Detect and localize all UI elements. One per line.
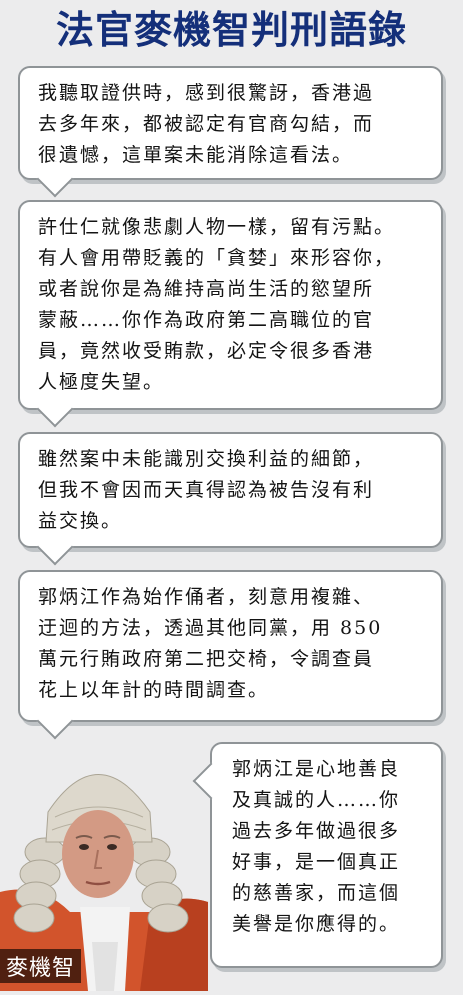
page-title: 法官麥機智判刑語錄 bbox=[55, 8, 407, 52]
quote-bubble-5: 郭炳江是心地善良 及真誠的人……你 過去多年做過很多 好事，是一個真正 的慈善家… bbox=[192, 742, 443, 968]
quote-bubble-1: 我聽取證供時，感到很驚訝，香港過 去多年來，都被認定有官商勾結，而 很遺憾，這單… bbox=[18, 66, 443, 198]
quote-text-4: 郭炳江作為始作俑者，刻意用複雜、 迂迴的方法，透過其他同黨，用 850 萬元行賄… bbox=[38, 586, 383, 701]
quote-text-2: 許仕仁就像悲劇人物一樣，留有污點。 有人會用帶貶義的「貪婪」來形容你， 或者說你… bbox=[38, 216, 396, 393]
portrait-caption: 麥機智 bbox=[0, 949, 82, 983]
quote-text-3: 雖然案中未能識別交換利益的細節， 但我不會因而天真得認為被告沒有利 益交換。 bbox=[38, 448, 375, 532]
quote-bubble-2: 許仕仁就像悲劇人物一樣，留有污點。 有人會用帶貶義的「貪婪」來形容你， 或者說你… bbox=[18, 200, 443, 428]
quote-text-5: 郭炳江是心地善良 及真誠的人……你 過去多年做過很多 好事，是一個真正 的慈善家… bbox=[232, 758, 401, 935]
quote-text-1: 我聽取證供時，感到很驚訝，香港過 去多年來，都被認定有官商勾結，而 很遺憾，這單… bbox=[38, 82, 375, 166]
quote-bubble-3: 雖然案中未能識別交換利益的細節， 但我不會因而天真得認為被告沒有利 益交換。 bbox=[18, 432, 443, 566]
quote-bubble-4: 郭炳江作為始作俑者，刻意用複雜、 迂迴的方法，透過其他同黨，用 850 萬元行賄… bbox=[18, 570, 443, 740]
judge-portrait: 麥機智 bbox=[0, 742, 208, 991]
bubble-tail bbox=[36, 702, 74, 740]
